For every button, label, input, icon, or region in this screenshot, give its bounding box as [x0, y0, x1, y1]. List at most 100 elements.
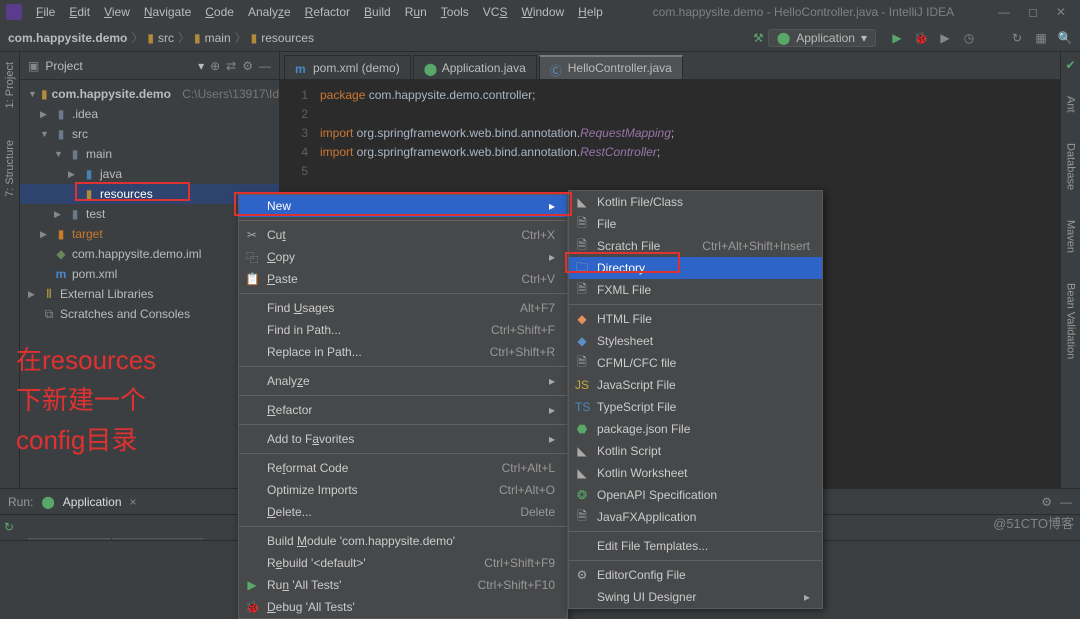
tree-main[interactable]: ▼▮main [20, 144, 279, 164]
new-kotlin-script[interactable]: ◣Kotlin Script [569, 440, 822, 462]
project-panel-header: ▣ Project ▾ ⊕ ⇄ ⚙ — [20, 52, 279, 80]
paste-icon: 📋 [245, 272, 259, 286]
minimize-button[interactable]: — [998, 5, 1010, 19]
tree-root[interactable]: ▼▮com.happysite.demo C:\Users\13917\Id [20, 84, 279, 104]
openapi-icon: ❂ [575, 488, 589, 502]
profile-icon[interactable]: ◷ [962, 31, 976, 45]
close-button[interactable]: ✕ [1056, 5, 1066, 19]
new-js[interactable]: JSJavaScript File [569, 374, 822, 396]
menu-bar: File Edit View Navigate Code Analyze Ref… [30, 3, 609, 21]
menu-refactor[interactable]: Refactor [299, 3, 356, 21]
new-file[interactable]: 🗎File [569, 213, 822, 235]
run-icon[interactable]: ▶ [890, 31, 904, 45]
menu-help[interactable]: Help [572, 3, 609, 21]
menu-window[interactable]: Window [515, 3, 570, 21]
ctx-paste[interactable]: 📋PasteCtrl+V [239, 268, 567, 290]
inspections-ok-icon[interactable]: ✔ [1065, 58, 1075, 72]
ctx-copy[interactable]: ⿻Copy▸ [239, 246, 567, 268]
new-kotlin-class[interactable]: ◣Kotlin File/Class [569, 191, 822, 213]
new-packagejson[interactable]: ⬣package.json File [569, 418, 822, 440]
new-ts[interactable]: TSTypeScript File [569, 396, 822, 418]
folder-icon: ▮ [147, 31, 154, 45]
rerun-icon[interactable]: ↻ [4, 520, 14, 534]
tab-hellocontroller[interactable]: ⒸHelloController.java [539, 55, 683, 79]
menu-code[interactable]: Code [199, 3, 240, 21]
tab-project[interactable]: 1: Project [2, 56, 18, 114]
right-tool-stripe: ✔ Ant Database Maven Bean Validation [1060, 52, 1080, 512]
crumb-src[interactable]: src [158, 31, 174, 45]
new-directory[interactable]: 🗀Directory [569, 257, 822, 279]
coverage-icon[interactable]: ▶ [938, 31, 952, 45]
hide-icon[interactable]: — [259, 59, 271, 73]
debug-icon[interactable]: 🐞 [914, 31, 928, 45]
ctx-build-module[interactable]: Build Module 'com.happysite.demo' [239, 530, 567, 552]
run-config-selector[interactable]: ⬤ Application ▾ [768, 29, 876, 47]
menu-edit[interactable]: Edit [63, 3, 96, 21]
menu-build[interactable]: Build [358, 3, 397, 21]
search-icon[interactable]: 🔍 [1058, 31, 1072, 45]
tab-pom[interactable]: mpom.xml (demo) [284, 55, 411, 79]
new-kotlin-ws[interactable]: ◣Kotlin Worksheet [569, 462, 822, 484]
ctx-run-all[interactable]: ▶Run 'All Tests'Ctrl+Shift+F10 [239, 574, 567, 596]
run-app-name: Application [63, 495, 122, 509]
tab-structure[interactable]: 7: Structure [2, 134, 18, 203]
structure-icon[interactable]: ▦ [1034, 31, 1048, 45]
ctx-reformat[interactable]: Reformat CodeCtrl+Alt+L [239, 457, 567, 479]
code-lines[interactable]: package com.happysite.demo.controller; i… [320, 86, 1060, 181]
menu-file[interactable]: File [30, 3, 61, 21]
stop-icon[interactable] [986, 31, 1000, 45]
hammer-icon[interactable]: ⚒ [753, 31, 764, 45]
new-fxml[interactable]: 🗎FXML File [569, 279, 822, 301]
tab-application[interactable]: ⬤Application.java [413, 55, 537, 79]
new-edit-templates[interactable]: Edit File Templates... [569, 535, 822, 557]
ctx-rebuild[interactable]: Rebuild '<default>'Ctrl+Shift+F9 [239, 552, 567, 574]
collapse-icon[interactable]: ⇄ [226, 59, 236, 73]
project-panel-title: Project [45, 59, 192, 73]
ctx-debug-all[interactable]: 🐞Debug 'All Tests' [239, 596, 567, 618]
new-editorconfig[interactable]: ⚙EditorConfig File [569, 564, 822, 586]
ctx-new[interactable]: New▸ [239, 195, 567, 217]
ctx-find-in-path[interactable]: Find in Path...Ctrl+Shift+F [239, 319, 567, 341]
gear-icon[interactable]: ⚙ [242, 59, 253, 73]
new-scratch[interactable]: 🗎Scratch FileCtrl+Alt+Shift+Insert [569, 235, 822, 257]
ctx-refactor[interactable]: Refactor▸ [239, 399, 567, 421]
crumb-resources[interactable]: resources [261, 31, 314, 45]
new-stylesheet[interactable]: ◆Stylesheet [569, 330, 822, 352]
new-openapi[interactable]: ❂OpenAPI Specification [569, 484, 822, 506]
target-icon[interactable]: ⊕ [210, 59, 220, 73]
ctx-find-usages[interactable]: Find UsagesAlt+F7 [239, 297, 567, 319]
menu-navigate[interactable]: Navigate [138, 3, 197, 21]
code-editor[interactable]: 12345 package com.happysite.demo.control… [280, 80, 1060, 187]
tree-java[interactable]: ▶▮java [20, 164, 279, 184]
menu-vcs[interactable]: VCS [477, 3, 514, 21]
ctx-optimize-imports[interactable]: Optimize ImportsCtrl+Alt+O [239, 479, 567, 501]
tree-idea[interactable]: ▶▮.idea [20, 104, 279, 124]
crumb-main[interactable]: main [205, 31, 231, 45]
crumb-project[interactable]: com.happysite.demo [8, 31, 127, 45]
hide-icon[interactable]: — [1060, 495, 1072, 509]
tab-ant[interactable]: Ant [1063, 90, 1079, 119]
tree-src[interactable]: ▼▮src [20, 124, 279, 144]
new-swing[interactable]: Swing UI Designer▸ [569, 586, 822, 608]
tab-database[interactable]: Database [1063, 137, 1079, 196]
menu-run[interactable]: Run [399, 3, 433, 21]
menu-view[interactable]: View [98, 3, 136, 21]
new-javafx[interactable]: 🗎JavaFXApplication [569, 506, 822, 528]
close-tab-icon[interactable]: × [130, 495, 137, 509]
json-icon: ⬣ [575, 422, 589, 436]
ctx-analyze[interactable]: Analyze▸ [239, 370, 567, 392]
maximize-button[interactable]: ◻ [1028, 5, 1038, 19]
ctx-cut[interactable]: ✂CutCtrl+X [239, 224, 567, 246]
new-html[interactable]: ◆HTML File [569, 308, 822, 330]
menu-analyze[interactable]: Analyze [242, 3, 297, 21]
update-icon[interactable]: ↻ [1010, 31, 1024, 45]
gear-icon[interactable]: ⚙ [1041, 495, 1052, 509]
ctx-delete[interactable]: Delete...Delete [239, 501, 567, 523]
new-cfml[interactable]: 🗎CFML/CFC file [569, 352, 822, 374]
ctx-replace-in-path[interactable]: Replace in Path...Ctrl+Shift+R [239, 341, 567, 363]
tab-bean-validation[interactable]: Bean Validation [1063, 277, 1079, 365]
ctx-favorites[interactable]: Add to Favorites▸ [239, 428, 567, 450]
chevron-down-icon[interactable]: ▾ [198, 59, 204, 73]
menu-tools[interactable]: Tools [435, 3, 475, 21]
tab-maven[interactable]: Maven [1063, 214, 1079, 259]
